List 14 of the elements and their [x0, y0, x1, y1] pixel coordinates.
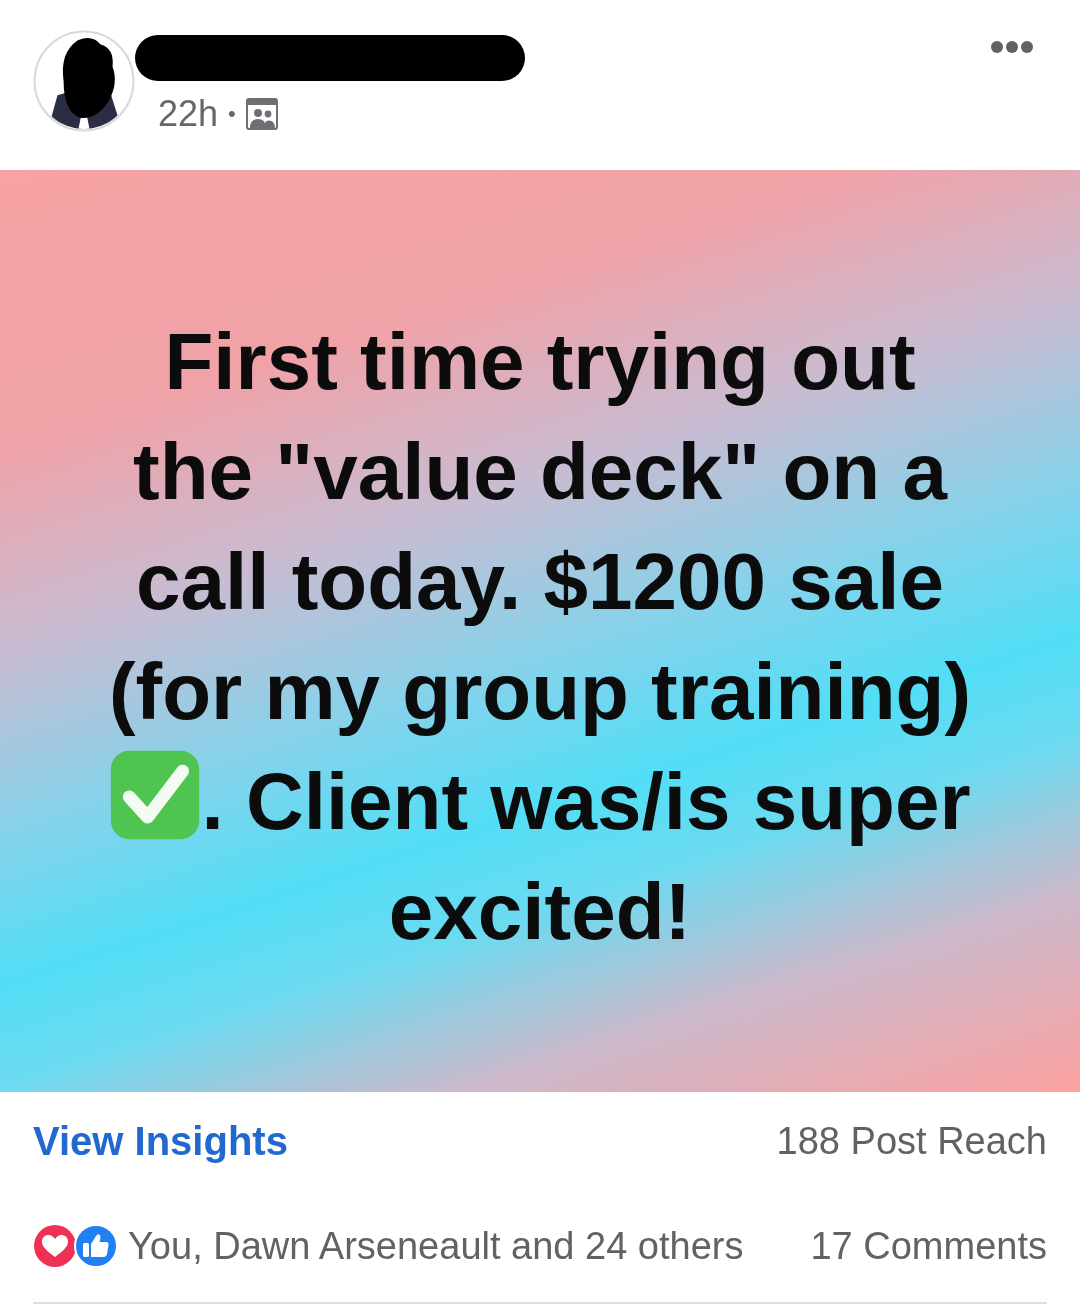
more-icon: [990, 40, 1034, 54]
post-text: First time trying out the "value deck" on a call today. $1200 sale (for my group training): [108, 317, 972, 736]
more-options-button[interactable]: [990, 40, 1034, 54]
post-reach: 188 Post Reach: [776, 1119, 1047, 1163]
avatar[interactable]: [33, 30, 135, 132]
post-time: 22h: [158, 93, 219, 135]
reactions-summary[interactable]: You, Dawn Arseneault and 24 others: [128, 1224, 744, 1268]
view-insights-link[interactable]: View Insights: [33, 1118, 288, 1164]
post-text: . Client was/is super excited!: [201, 757, 971, 956]
separator-dot: •: [228, 100, 236, 128]
check-mark-icon: [109, 749, 202, 841]
thumbs-up-icon: [74, 1224, 118, 1268]
group-icon: [245, 98, 278, 130]
comments-count[interactable]: 17 Comments: [810, 1224, 1047, 1268]
